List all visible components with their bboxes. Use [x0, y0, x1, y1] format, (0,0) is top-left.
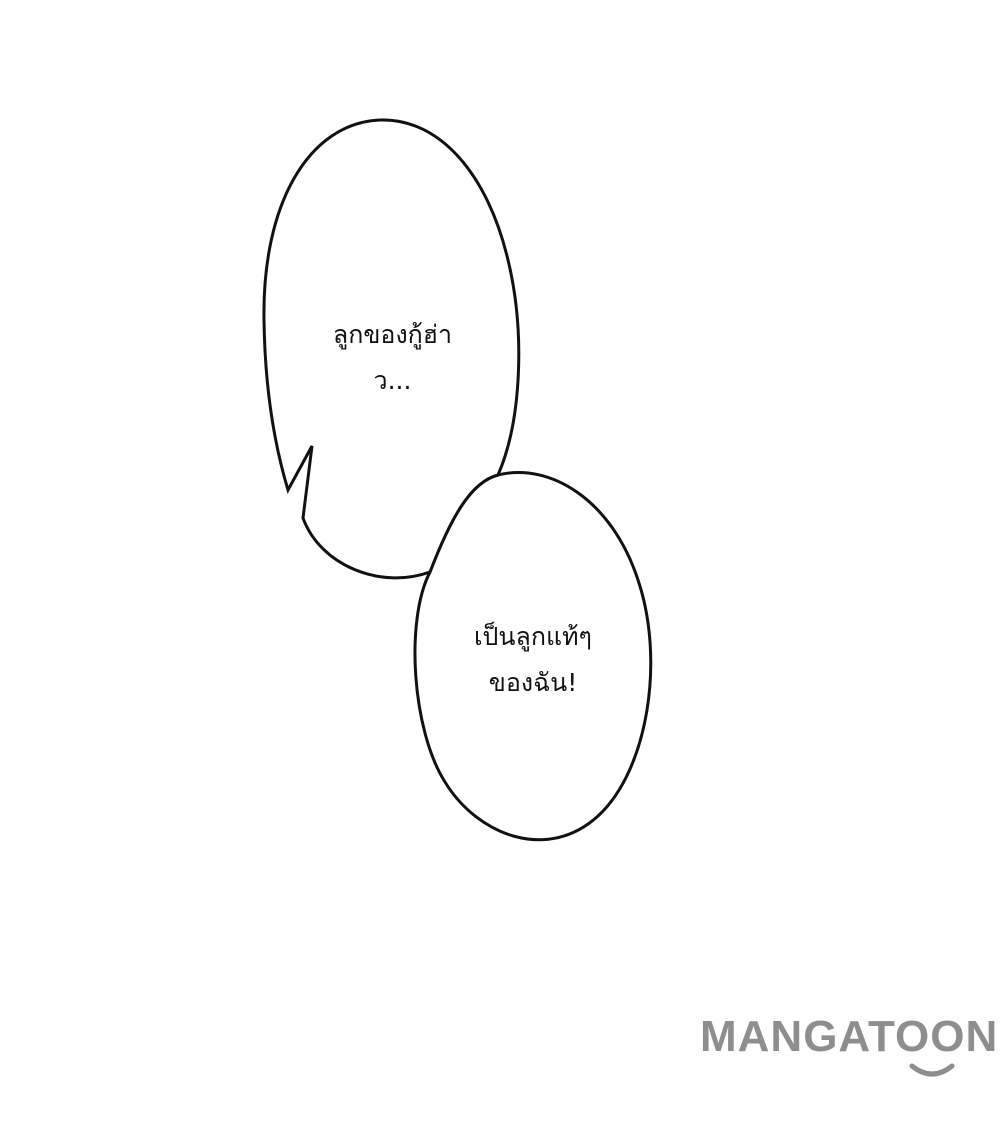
- smile-icon: [909, 1063, 955, 1077]
- speech-bubble-1-line-2: ว...: [373, 366, 412, 395]
- speech-bubble-2-line-2: ของฉัน!: [488, 668, 578, 697]
- mangatoon-watermark: MANGATOON: [700, 1012, 1000, 1082]
- speech-bubble-2-text: เป็นลูกแท้ๆ ของฉัน!: [428, 614, 638, 706]
- speech-bubble-1-text: ลูกของกู้ฮ่า ว...: [290, 312, 495, 404]
- manga-panel: ลูกของกู้ฮ่า ว... เป็นลูกแท้ๆ ของฉัน! MA…: [0, 0, 1000, 1128]
- speech-bubble-2-line-1: เป็นลูกแท้ๆ: [474, 622, 592, 651]
- speech-bubbles: [262, 118, 653, 842]
- speech-bubble-1-line-1: ลูกของกู้ฮ่า: [332, 320, 453, 349]
- watermark-logo-text: MANGATOON: [700, 1012, 999, 1061]
